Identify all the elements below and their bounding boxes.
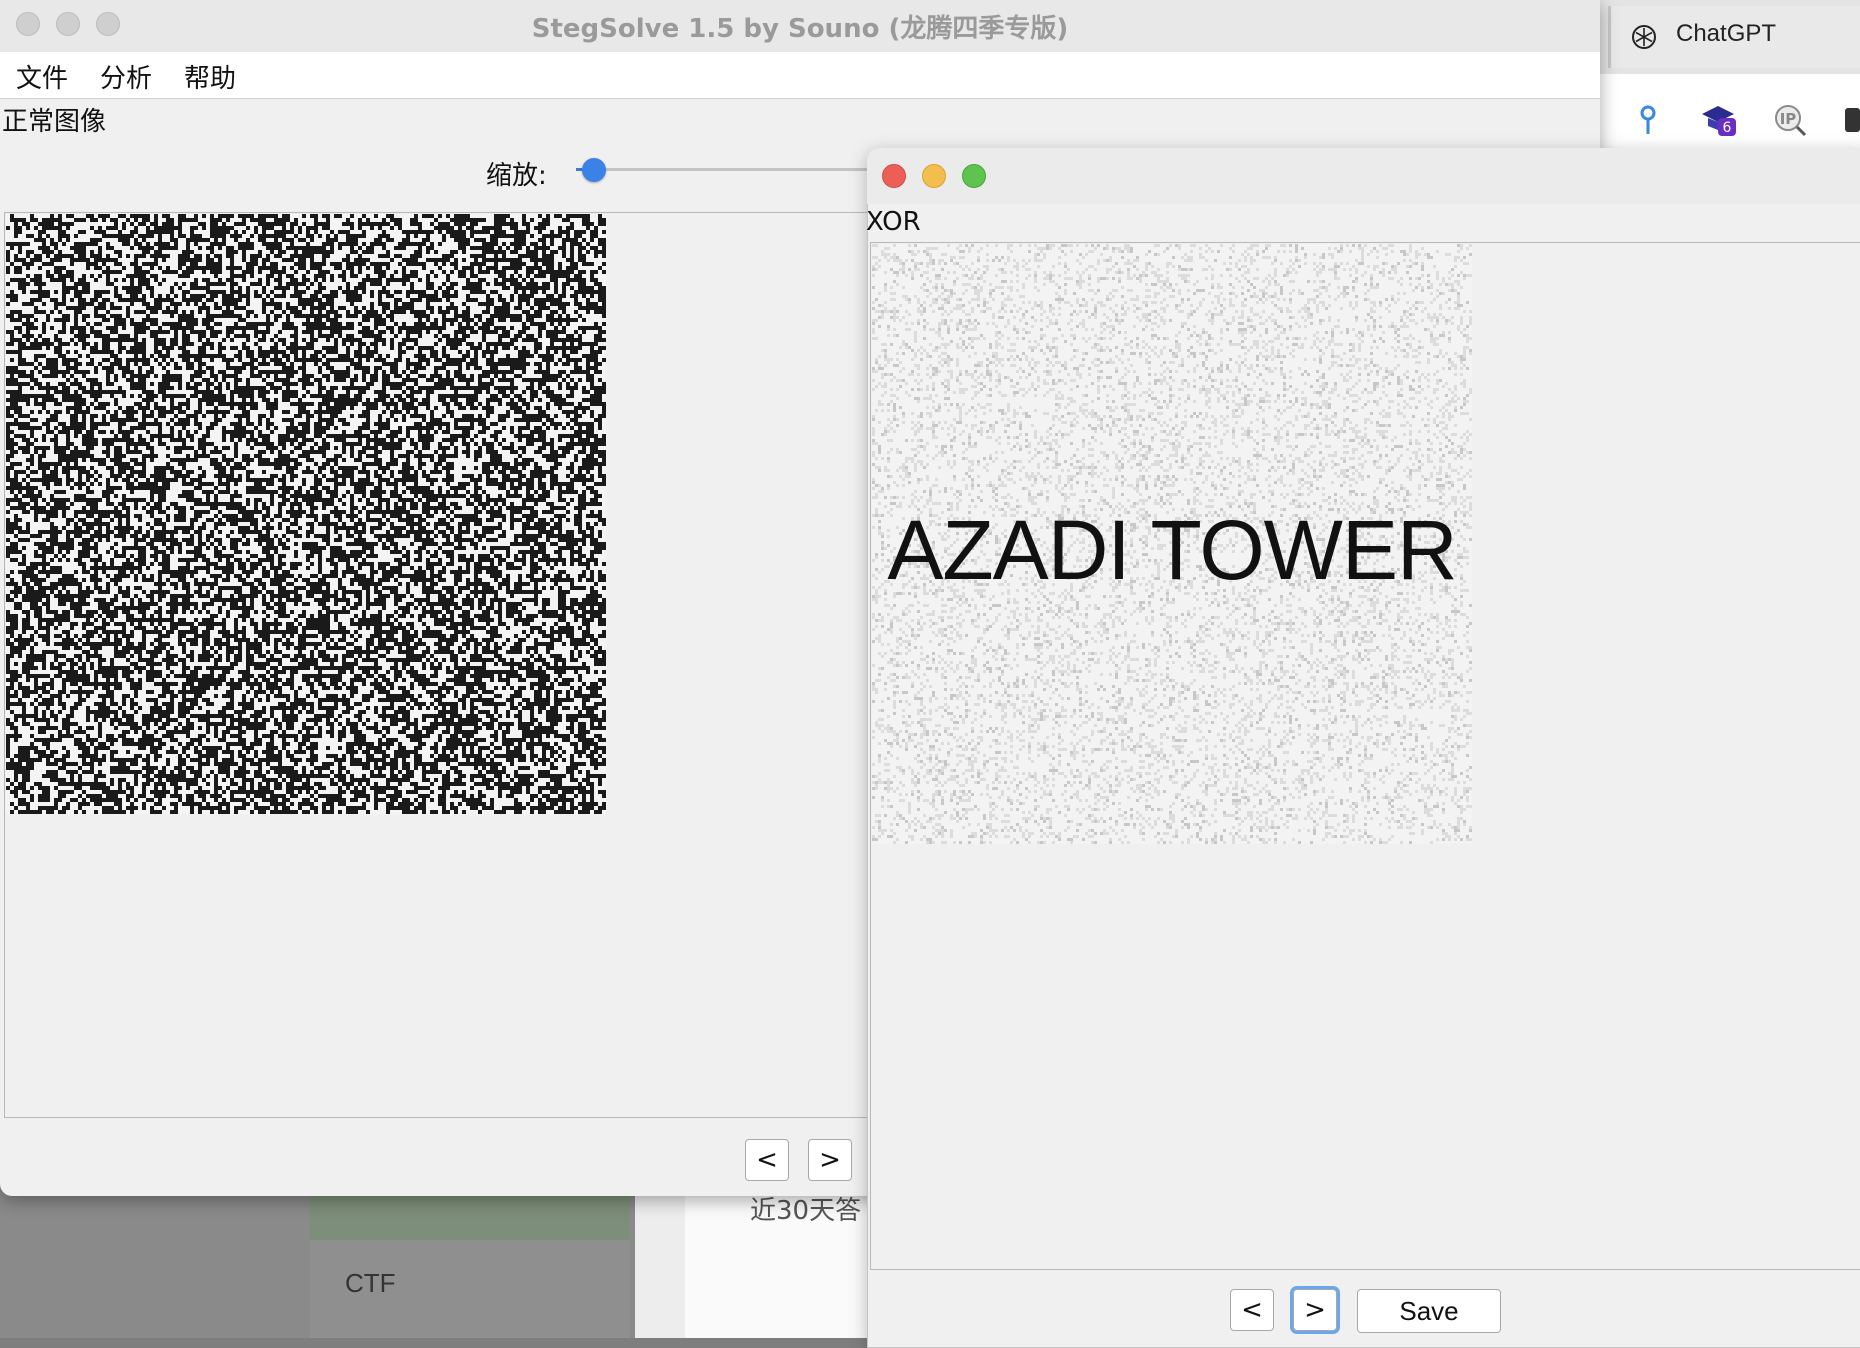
location-pin-icon[interactable]	[1628, 100, 1668, 140]
zoom-slider-thumb[interactable]	[582, 158, 606, 182]
zoom-label: 缩放:	[486, 161, 547, 191]
extension-icon[interactable]	[1845, 100, 1860, 140]
minimize-button[interactable]	[922, 164, 946, 188]
menu-help[interactable]: 帮助	[184, 58, 236, 95]
xor-label: XOR	[866, 207, 921, 237]
ip-lookup-icon[interactable]: IP	[1770, 100, 1810, 140]
zoom-slider[interactable]	[576, 168, 876, 171]
xor-next-button[interactable]: >	[1293, 1289, 1337, 1331]
extension-badge: 6	[1723, 120, 1732, 136]
next-plane-button[interactable]: >	[808, 1139, 852, 1181]
view-mode-label: 正常图像	[2, 107, 107, 137]
noise-image	[6, 214, 606, 814]
graduation-cap-icon[interactable]: 6	[1698, 100, 1738, 140]
close-button[interactable]	[882, 164, 906, 188]
xor-title-bar[interactable]	[867, 148, 1860, 204]
window-title: StegSolve 1.5 by Souno (龙腾四季专版)	[531, 14, 1069, 44]
category-label[interactable]: CTF	[345, 1268, 396, 1299]
xor-prev-button[interactable]: <	[1230, 1289, 1274, 1331]
menu-bar	[0, 52, 1600, 99]
chatgpt-icon	[1632, 25, 1656, 49]
menu-file[interactable]: 文件	[16, 58, 68, 95]
ip-label: IP	[1780, 110, 1797, 128]
prev-plane-button[interactable]: <	[745, 1139, 789, 1181]
save-button[interactable]: Save	[1357, 1289, 1501, 1333]
hidden-text: AZADI TOWER	[887, 503, 1457, 597]
maximize-button[interactable]	[962, 164, 986, 188]
menu-analyse[interactable]: 分析	[100, 58, 152, 95]
browser-tab-title: ChatGPT	[1676, 20, 1777, 47]
